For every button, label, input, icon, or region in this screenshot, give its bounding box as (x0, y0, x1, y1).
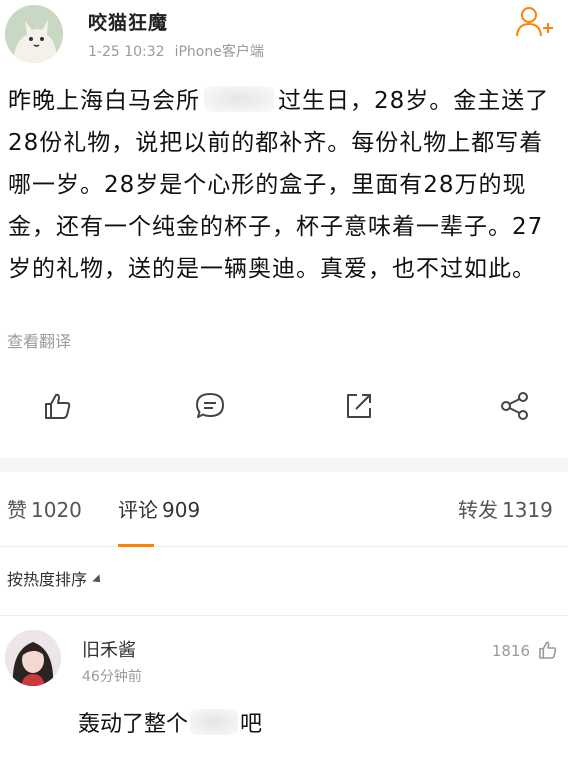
tab-likes[interactable]: 赞 1020 (7, 494, 82, 523)
redacted-blur (190, 709, 239, 735)
author-name[interactable]: 咬猫狂魔 (88, 8, 168, 35)
post-meta: 1-25 10:32 iPhone客户端 (88, 41, 264, 61)
tab-likes-label: 赞 (7, 498, 27, 522)
post-source: iPhone客户端 (174, 44, 264, 60)
like-button[interactable] (40, 388, 76, 424)
user-photo-icon (5, 630, 61, 686)
tab-reposts-label: 转发 (458, 498, 498, 522)
add-user-icon (516, 7, 553, 37)
sort-selector[interactable]: 按热度排序 (7, 566, 104, 590)
author-avatar[interactable] (5, 5, 63, 63)
divider-line (0, 615, 568, 616)
sort-label: 按热度排序 (7, 570, 88, 589)
tab-reposts-count: 1319 (502, 498, 553, 522)
share-button[interactable] (341, 388, 377, 424)
commenter-avatar[interactable] (5, 630, 61, 686)
thumbs-up-icon (539, 641, 557, 659)
post-text-part-1: 昨晚上海白马会所 (8, 88, 200, 114)
tab-comments[interactable]: 评论 909 (118, 494, 200, 523)
comment-button[interactable] (192, 388, 228, 424)
external-share-icon (347, 394, 371, 418)
comment-time: 46分钟前 (82, 669, 142, 685)
interaction-tabs: 赞 1020 评论 909 转发 1319 (0, 472, 568, 547)
redacted-blur (204, 86, 274, 112)
comment-text: 轰动了整个 吧 (78, 706, 262, 738)
commenter-name[interactable]: 旧禾酱 (82, 636, 136, 662)
tab-likes-count: 1020 (31, 498, 82, 522)
translate-link[interactable]: 查看翻译 (7, 328, 71, 352)
comment-text-part-1: 轰动了整个 (78, 712, 189, 737)
comment-text-part-2: 吧 (240, 712, 263, 737)
tab-comments-count: 909 (162, 498, 201, 522)
more-share-button[interactable] (497, 388, 533, 424)
post-time: 1-25 10:32 (88, 44, 165, 60)
action-bar (0, 388, 568, 434)
active-tab-indicator (118, 544, 154, 547)
post-header: 咬猫狂魔 1-25 10:32 iPhone客户端 (0, 0, 568, 70)
chevron-down-icon (92, 574, 104, 586)
comment-like-button[interactable]: 1816 (492, 638, 560, 662)
tab-reposts[interactable]: 转发 1319 (458, 494, 553, 523)
share-nodes-icon (501, 392, 528, 420)
cat-avatar-icon (5, 5, 63, 63)
thumbs-up-icon (45, 393, 71, 419)
follow-button[interactable] (514, 4, 556, 40)
comment-like-count: 1816 (491, 642, 530, 660)
tab-comments-label: 评论 (118, 498, 158, 522)
comment-bubble-icon (196, 393, 224, 418)
post-text: 昨晚上海白马会所 过生日，28岁。金主送了28份礼物，说把以前的都补齐。每份礼物上… (8, 80, 562, 290)
section-divider (0, 458, 568, 472)
post-text-part-2: 过生日，28岁。金主送了28份礼物，说把以前的都补齐。每份礼物上都写着哪一岁。2… (8, 88, 550, 282)
